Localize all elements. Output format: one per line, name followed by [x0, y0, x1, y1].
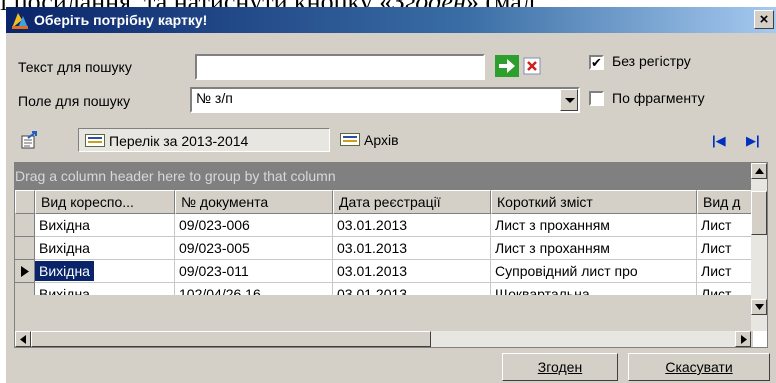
search-field-select[interactable]: № з/п [190, 87, 580, 113]
case-insensitive-label: Без регістру [612, 53, 691, 69]
table-cell[interactable]: Лист [697, 260, 753, 283]
vertical-scrollbar[interactable] [751, 163, 767, 331]
selected-cell-text: Вихідна [35, 260, 95, 282]
table-cell[interactable]: Вихідна [35, 214, 175, 237]
table-icon [340, 133, 360, 146]
scroll-up-icon[interactable] [751, 163, 767, 179]
row-indicator[interactable] [15, 214, 35, 237]
last-record-icon[interactable]: ▶| [746, 133, 760, 149]
table-cell[interactable]: Лист з проханням [491, 237, 697, 260]
table-cell[interactable]: 09/023-006 [175, 214, 333, 237]
arrow-right-icon[interactable] [495, 55, 519, 77]
row-indicator[interactable] [15, 237, 35, 260]
table-cell[interactable]: 03.01.2013 [333, 214, 491, 237]
app-icon [12, 13, 28, 29]
case-insensitive-checkbox[interactable]: ✔ [589, 55, 604, 70]
tab-current-list-label: Перелік за 2013-2014 [109, 133, 249, 149]
search-field-label: Поле для пошуку [18, 93, 131, 109]
row-indicator-current[interactable] [15, 260, 35, 283]
window-title: Оберіть потрібну картку! [34, 12, 208, 28]
table-cell[interactable]: 09/023-011 [175, 260, 333, 283]
table-icon [85, 134, 105, 147]
clear-icon[interactable] [523, 57, 541, 75]
column-header-reg-date[interactable]: Дата реєстрації [333, 190, 491, 214]
hscroll-thumb[interactable] [31, 331, 431, 347]
search-text-input[interactable] [195, 54, 485, 80]
column-header-type[interactable]: Вид кореспо... [35, 190, 175, 214]
ok-button[interactable]: Згоден [502, 353, 618, 381]
title-bar: Оберіть потрібну картку! × [6, 7, 776, 33]
toolbar: Перелік за 2013-2014 Архів |◀ ▶| [6, 125, 776, 155]
table-cell[interactable]: Лист [697, 214, 753, 237]
scroll-right-icon[interactable] [735, 331, 751, 347]
tab-current-list[interactable]: Перелік за 2013-2014 [78, 128, 330, 152]
table-cell[interactable]: 03.01.2013 [333, 237, 491, 260]
tab-archive[interactable]: Архів [334, 128, 424, 152]
fragment-checkbox[interactable] [589, 91, 604, 106]
scroll-left-icon[interactable] [15, 331, 31, 347]
search-field-value: № з/п [196, 90, 233, 106]
table-cell[interactable]: 09/023-005 [175, 237, 333, 260]
close-button[interactable]: × [754, 10, 774, 29]
chevron-down-icon[interactable] [560, 89, 578, 111]
table-cell[interactable]: Лист [697, 237, 753, 260]
table-cell[interactable]: Вихідна [35, 237, 175, 260]
grid-corner [15, 190, 35, 214]
data-grid: Drag a column header here to group by th… [14, 162, 768, 348]
search-text-label: Текст для пошуку [18, 59, 132, 75]
column-header-doc-kind[interactable]: Вид д [697, 190, 753, 214]
dialog-window: Оберіть потрібну картку! × Текст для пош… [6, 7, 776, 383]
table-cell-selected[interactable]: Вихідна [35, 260, 175, 283]
column-header-summary[interactable]: Короткий зміст [491, 190, 697, 214]
horizontal-scrollbar[interactable] [15, 331, 751, 347]
table-cell[interactable]: Супровідний лист про [491, 260, 697, 283]
fragment-label: По фрагменту [612, 90, 705, 106]
tab-archive-label: Архів [364, 132, 399, 148]
group-by-panel[interactable]: Drag a column header here to group by th… [15, 163, 753, 190]
column-header-doc-number[interactable]: № документа [175, 190, 333, 214]
scroll-down-icon[interactable] [751, 299, 767, 315]
cancel-button[interactable]: Скасувати [628, 353, 770, 381]
table-cell[interactable]: Лист з проханням [491, 214, 697, 237]
table-cell[interactable]: 03.01.2013 [333, 260, 491, 283]
current-row-icon [21, 266, 29, 277]
scroll-thumb[interactable] [751, 191, 767, 235]
first-record-icon[interactable]: |◀ [712, 133, 726, 149]
export-icon[interactable] [20, 130, 40, 150]
